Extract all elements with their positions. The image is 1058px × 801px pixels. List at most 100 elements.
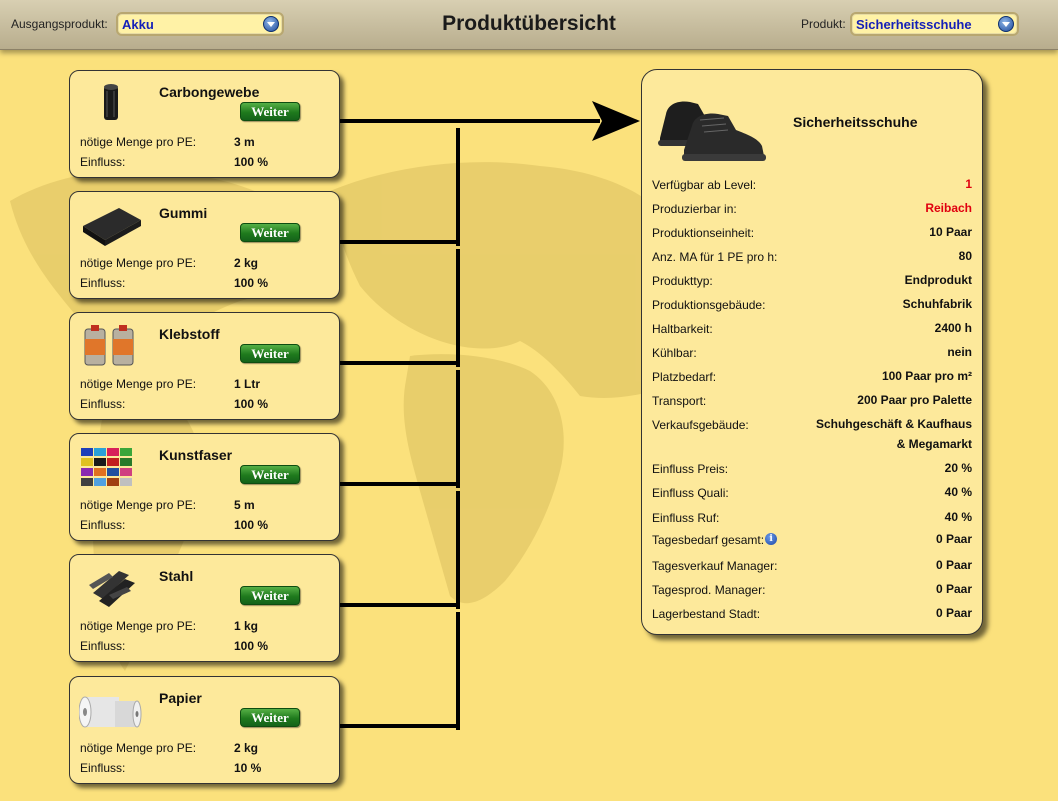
- product-info-label-wrap: Tagesbedarf gesamt: i: [652, 533, 778, 547]
- info-icon[interactable]: i: [765, 533, 778, 545]
- product-info-value: Endprodukt: [905, 270, 972, 290]
- weiter-button[interactable]: Weiter: [240, 586, 300, 605]
- product-info-label: Einfluss Quali:: [652, 486, 729, 500]
- product-info-value: 20 %: [945, 458, 972, 478]
- product-info-value: nein: [947, 342, 972, 362]
- product-info-label: Haltbarkeit:: [652, 322, 713, 336]
- product-info-value-line: 80: [958, 249, 972, 263]
- influence-label: Einfluss:: [80, 518, 126, 532]
- product-info-value: 0 Paar: [936, 529, 972, 549]
- product-info-value-line: 0 Paar: [935, 582, 972, 596]
- influence-label: Einfluss:: [80, 639, 126, 653]
- paper-rolls-icon: [79, 696, 142, 728]
- quantity-label: nötige Menge pro PE:: [80, 619, 197, 633]
- weiter-button[interactable]: Weiter: [240, 465, 300, 484]
- product-info-label: Produzierbar in:: [652, 202, 737, 216]
- product-info-value-line: Schuhfabrik: [902, 297, 972, 311]
- ingredient-card-papier: Papier Weiter nötige Menge pro PE: 2 kg E…: [69, 676, 340, 784]
- ingredient-card-gummi: Gummi Weiter nötige Menge pro PE: 2 kg Ei…: [69, 191, 340, 299]
- product-info-label: Verfügbar ab Level:: [652, 178, 757, 192]
- ingredient-name: Kunstfaser: [159, 447, 233, 463]
- quantity-value: 5 m: [234, 498, 255, 512]
- connector-line: [340, 724, 460, 728]
- product-info-label: Kühlbar:: [652, 346, 697, 360]
- product-info-label: Tagesverkauf Manager:: [652, 559, 778, 573]
- influence-value: 100 %: [234, 397, 269, 411]
- product-info-label: Produktionseinheit:: [652, 226, 755, 240]
- product-info-label: Anz. MA für 1 PE pro h:: [652, 250, 778, 264]
- influence-value: 100 %: [234, 518, 269, 532]
- product-info-value-line: 0 Paar: [935, 532, 972, 546]
- influence-label: Einfluss:: [80, 397, 126, 411]
- quantity-value: 2 kg: [234, 256, 259, 270]
- safety-boots-icon: [658, 101, 766, 161]
- product-info-value: 1: [965, 174, 972, 194]
- steel-beams-icon: [89, 571, 135, 607]
- product-info-value: Reibach: [925, 198, 972, 218]
- connector-line: [340, 240, 460, 244]
- connector-line: [340, 482, 460, 486]
- ingredient-card-klebstoff: Klebstoff Weiter nötige Menge pro PE: 1 L…: [69, 312, 340, 420]
- rubber-sheet-icon: [83, 208, 141, 246]
- product-value: Sicherheitsschuhe: [856, 17, 972, 32]
- product-info-value: 40 %: [945, 482, 972, 502]
- quantity-label: nötige Menge pro PE:: [80, 377, 197, 391]
- product-info-value: 0 Paar: [936, 579, 972, 599]
- product-info-value-line: 2400 h: [934, 321, 972, 335]
- product-info-label: Tagesprod. Manager:: [652, 583, 766, 597]
- quantity-label: nötige Menge pro PE:: [80, 256, 197, 270]
- product-select[interactable]: Sicherheitsschuhe: [850, 12, 1019, 36]
- weiter-button[interactable]: Weiter: [240, 102, 300, 121]
- product-info-value-line: Schuhgeschäft & Kaufhaus: [815, 417, 972, 431]
- header-bar: Ausgangsprodukt: Akku Produktübersicht P…: [0, 0, 1058, 50]
- thread-spools-icon: [81, 448, 132, 486]
- ingredient-card-carbongewebe: Carbongewebe Weiter nötige Menge pro PE:…: [69, 70, 340, 178]
- product-info-value-line: 40 %: [944, 510, 972, 524]
- connector-line: [456, 491, 460, 609]
- product-info-value-line: nein: [947, 345, 972, 359]
- quantity-label: nötige Menge pro PE:: [80, 135, 197, 149]
- influence-value: 100 %: [234, 639, 269, 653]
- connector-line: [340, 361, 460, 365]
- connector-line: [456, 370, 460, 488]
- product-info-value: 10 Paar: [929, 222, 972, 242]
- product-info-value-line: 40 %: [944, 485, 972, 499]
- quantity-value: 1 kg: [234, 619, 259, 633]
- product-name: Sicherheitsschuhe: [793, 114, 918, 130]
- product-info-value: 200 Paar pro Palette: [857, 390, 972, 410]
- quantity-value: 1 Ltr: [234, 377, 261, 391]
- product-info-label: Einfluss Ruf:: [652, 511, 720, 525]
- weiter-button[interactable]: Weiter: [240, 708, 300, 727]
- product-info-label: Platzbedarf:: [652, 370, 717, 384]
- product-info-value-line: & Megamarkt: [896, 437, 972, 451]
- product-info-label: Lagerbestand Stadt:: [652, 607, 761, 621]
- glue-cans-icon: [84, 325, 134, 366]
- product-info-label: Einfluss Preis:: [652, 462, 729, 476]
- influence-value: 100 %: [234, 155, 269, 169]
- quantity-value: 3 m: [234, 135, 255, 149]
- weiter-button[interactable]: Weiter: [240, 344, 300, 363]
- influence-value: 10 %: [234, 761, 262, 775]
- arrow-right-icon: [592, 101, 640, 141]
- ingredient-name: Gummi: [159, 205, 208, 221]
- ingredient-name: Papier: [159, 690, 202, 706]
- ingredient-card-kunstfaser: Kunstfaser Weiter nötige Menge pro PE: 5 …: [69, 433, 340, 541]
- influence-label: Einfluss:: [80, 761, 126, 775]
- weiter-button[interactable]: Weiter: [240, 223, 300, 242]
- product-info-value: Schuhfabrik: [903, 294, 972, 314]
- connector-line: [456, 249, 460, 367]
- product-label: Produkt:: [801, 17, 846, 31]
- chevron-down-icon[interactable]: [998, 16, 1014, 32]
- ingredient-card-stahl: Stahl Weiter nötige Menge pro PE: 1 kg Ei…: [69, 554, 340, 662]
- connector-line: [456, 612, 460, 730]
- product-info-value-line: 0 Paar: [935, 606, 972, 620]
- product-info-value: 80: [959, 246, 972, 266]
- product-info-label: Produkttyp:: [652, 274, 713, 288]
- quantity-label: nötige Menge pro PE:: [80, 498, 197, 512]
- ingredient-name: Carbongewebe: [159, 84, 260, 100]
- product-info-value: 0 Paar: [936, 603, 972, 623]
- product-info-label: Verkaufsgebäude:: [652, 418, 749, 432]
- ingredient-name: Stahl: [159, 568, 194, 584]
- product-info-label: Produktionsgebäude:: [652, 298, 766, 312]
- quantity-value: 2 kg: [234, 741, 259, 755]
